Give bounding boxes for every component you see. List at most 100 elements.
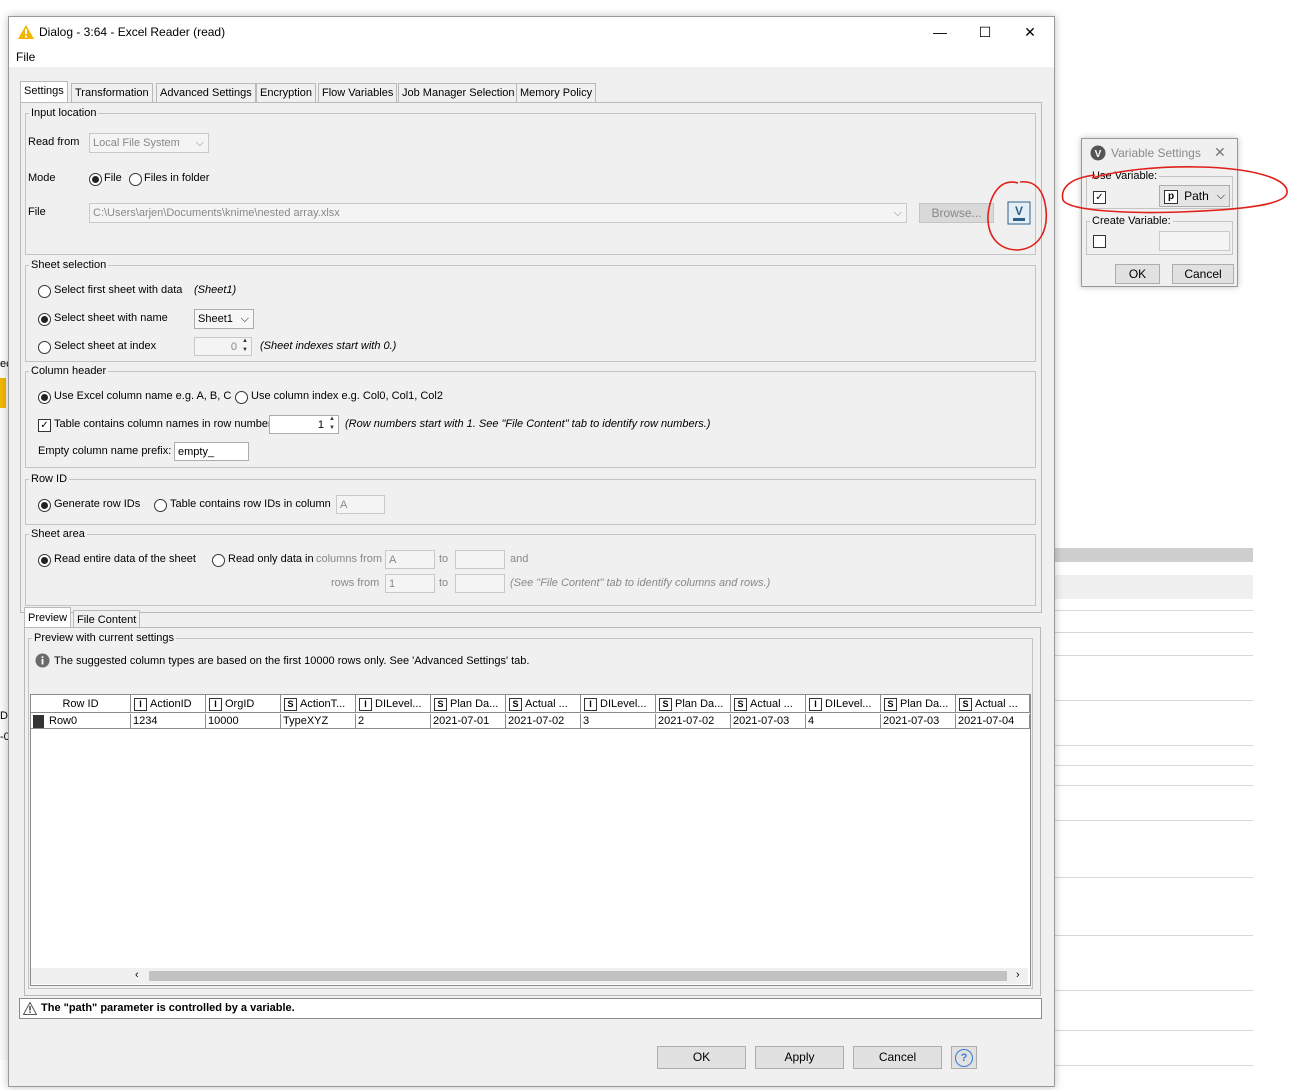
tab-encryption[interactable]: Encryption (256, 83, 316, 102)
header-column[interactable]: S ActionT... (281, 695, 356, 713)
close-button[interactable]: ✕ (1019, 22, 1041, 42)
spinner-down-icon[interactable]: ▼ (240, 346, 250, 354)
table-cell[interactable]: 2021-07-02 (506, 714, 581, 729)
contains-column-names-label: Table contains column names in row numbe… (54, 418, 272, 430)
read-from-select[interactable]: Local File System ⌵ (89, 133, 209, 153)
scroll-right-icon[interactable]: › (1016, 969, 1020, 981)
header-column[interactable]: I DILevel... (581, 695, 656, 713)
mode-files-in-folder-radio[interactable] (129, 173, 142, 186)
sheet-area-group: Sheet area (25, 528, 1036, 606)
cancel-button[interactable]: Cancel (853, 1046, 942, 1069)
tab-transformation[interactable]: Transformation (71, 83, 153, 102)
excel-column-name-radio[interactable] (38, 391, 51, 404)
read-entire-sheet-radio[interactable] (38, 554, 51, 567)
header-column[interactable]: I DILevel... (356, 695, 431, 713)
table-cell[interactable]: 2021-07-02 (656, 714, 731, 729)
spinner-up-icon[interactable]: ▲ (240, 337, 250, 345)
apply-button[interactable]: Apply (755, 1046, 844, 1069)
integer-type-icon: I (134, 697, 147, 711)
table-cell[interactable]: 2021-07-03 (731, 714, 806, 729)
table-cell[interactable]: 4 (806, 714, 881, 729)
first-sheet-radio[interactable] (38, 285, 51, 298)
background-row-line (1053, 655, 1253, 656)
tab-settings[interactable]: Settings (20, 81, 68, 103)
table-cell[interactable]: 2021-07-01 (431, 714, 506, 729)
flow-variable-button-icon[interactable]: V (1007, 201, 1031, 225)
sheet-name-select[interactable]: Sheet1 ⌵ (194, 309, 254, 329)
maximize-button[interactable]: ☐ (974, 22, 996, 42)
close-icon[interactable]: ✕ (1214, 144, 1226, 161)
header-column[interactable]: I OrgID (206, 695, 281, 713)
table-cell[interactable]: TypeXYZ (281, 714, 356, 729)
variable-cancel-button[interactable]: Cancel (1172, 264, 1234, 284)
sheet-by-name-radio[interactable] (38, 313, 51, 326)
tab-flow-variables[interactable]: Flow Variables (318, 83, 398, 102)
column-index-radio[interactable] (235, 391, 248, 404)
header-column[interactable]: S Plan Da... (881, 695, 956, 713)
variable-ok-button[interactable]: OK (1115, 264, 1160, 284)
columns-to-input[interactable] (455, 550, 505, 569)
create-variable-checkbox[interactable] (1093, 235, 1106, 248)
header-label: Actual ... (750, 698, 793, 710)
table-cell[interactable]: 1234 (131, 714, 206, 729)
tab-memory-policy[interactable]: Memory Policy (516, 83, 597, 102)
scroll-left-icon[interactable]: ‹ (135, 969, 139, 981)
table-cell[interactable]: 2 (356, 714, 431, 729)
help-button[interactable]: ? (951, 1046, 977, 1069)
header-column[interactable]: I ActionID (131, 695, 206, 713)
table-cell[interactable]: 3 (581, 714, 656, 729)
browse-button[interactable]: Browse... (919, 203, 994, 223)
tab-advanced-settings[interactable]: Advanced Settings (156, 83, 256, 102)
sheet-area-legend: Sheet area (31, 528, 85, 540)
table-cell[interactable]: 10000 (206, 714, 281, 729)
generate-row-ids-radio[interactable] (38, 499, 51, 512)
mode-file-label: File (104, 172, 122, 184)
create-variable-input[interactable] (1159, 231, 1230, 251)
sheet-by-index-radio[interactable] (38, 341, 51, 354)
scrollbar-thumb[interactable] (149, 971, 1007, 981)
menu-file[interactable]: File (16, 50, 35, 64)
header-column[interactable]: S Plan Da... (431, 695, 506, 713)
header-column[interactable]: S Actual ... (956, 695, 1030, 713)
table-cell[interactable]: 2021-07-03 (881, 714, 956, 729)
header-column[interactable]: S Actual ... (731, 695, 806, 713)
background-row-line (1053, 745, 1253, 746)
variable-icon: V (1090, 145, 1106, 161)
columns-from-input[interactable]: A (385, 550, 435, 569)
tab-preview[interactable]: Preview (24, 607, 72, 628)
header-label: Actual ... (975, 698, 1018, 710)
header-label: Row ID (62, 698, 99, 710)
sheet-index-value: 0 (230, 341, 237, 353)
rows-from-input[interactable]: 1 (385, 574, 435, 593)
first-sheet-label: Select first sheet with data (54, 284, 183, 296)
variable-select[interactable]: p Path ⌵ (1159, 185, 1230, 207)
spinner-up-icon[interactable]: ▲ (327, 415, 337, 423)
row-ids-in-column-radio[interactable] (154, 499, 167, 512)
file-path-combo[interactable]: C:\Users\arjen\Documents\knime\nested ar… (89, 203, 907, 223)
table-cell[interactable]: 2021-07-04 (956, 714, 1030, 729)
row-id-column-input[interactable]: A (336, 495, 385, 514)
mode-file-radio[interactable] (89, 173, 102, 186)
header-column[interactable]: S Plan Da... (656, 695, 731, 713)
tab-job-manager-selection[interactable]: Job Manager Selection (398, 83, 519, 102)
ok-button[interactable]: OK (657, 1046, 746, 1069)
string-type-icon: S (659, 697, 672, 711)
header-column[interactable]: I DILevel... (806, 695, 881, 713)
use-variable-checkbox[interactable]: ✓ (1093, 191, 1106, 204)
spinner-down-icon[interactable]: ▼ (327, 424, 337, 432)
mode-files-in-folder-label: Files in folder (144, 172, 210, 184)
header-row-id[interactable]: Row ID (31, 695, 131, 713)
preview-table[interactable]: Row ID I ActionID I OrgID S ActionT... I DIL… (30, 694, 1031, 986)
rows-from-value: 1 (389, 578, 396, 590)
read-from-value: Local File System (93, 137, 180, 149)
minimize-button[interactable]: — (929, 22, 951, 42)
table-cell-row-id[interactable]: Row0 (31, 714, 131, 729)
rows-to-input[interactable] (455, 574, 505, 593)
prefix-input[interactable]: empty_ (174, 442, 249, 461)
contains-column-names-checkbox[interactable]: ✓ (38, 419, 51, 432)
prefix-label: Empty column name prefix: (38, 445, 172, 457)
read-only-data-radio[interactable] (212, 554, 225, 567)
horizontal-scrollbar[interactable]: ‹ › (31, 968, 1028, 984)
header-column[interactable]: S Actual ... (506, 695, 581, 713)
file-label: File (28, 206, 46, 218)
